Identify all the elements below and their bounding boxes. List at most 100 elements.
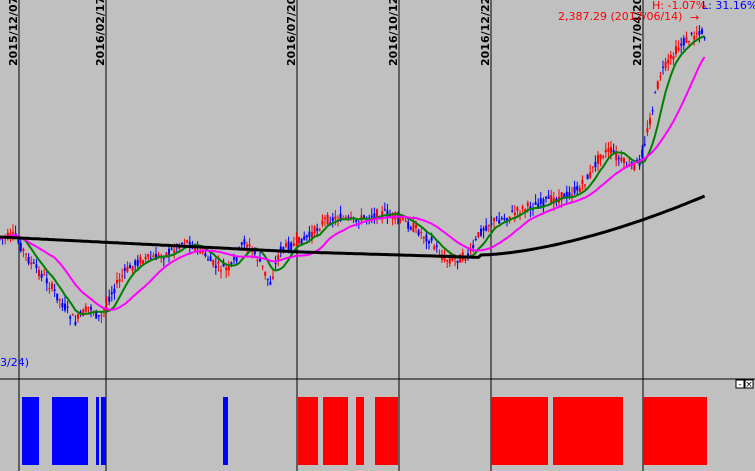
candle-body (615, 153, 618, 161)
signal-block (52, 397, 88, 465)
candle-body (446, 260, 449, 262)
price-chart: 2015/12/07 2016/02/17 2016/07/20 2016/10/12… (0, 0, 755, 471)
candle-body (688, 41, 690, 43)
candle-body (35, 264, 38, 268)
candle-body (485, 225, 488, 231)
candle-body (511, 210, 514, 212)
candle-body (217, 261, 220, 264)
candle-body (407, 221, 410, 229)
date-label: 2016/07/20 (285, 0, 298, 66)
candle-body (116, 280, 118, 284)
candle-body (599, 154, 602, 160)
candle-body (656, 81, 659, 89)
candle-body (305, 235, 308, 238)
candle-body (508, 216, 511, 219)
candle-body (274, 262, 277, 264)
candle-body (703, 37, 706, 39)
candle-body (131, 266, 134, 271)
candle-body (25, 253, 27, 255)
candle-body (672, 56, 675, 60)
candle-body (84, 306, 87, 312)
candle-body (43, 274, 46, 276)
candle-body (675, 46, 677, 54)
candle-body (659, 76, 662, 78)
candle-body (669, 54, 672, 59)
signal-block (22, 397, 39, 465)
candle-body (139, 256, 142, 264)
candle-body (32, 262, 35, 264)
candle-body (500, 218, 503, 220)
signal-block (375, 397, 398, 465)
date-label: 2016/02/17 (94, 0, 107, 66)
candle-body (186, 240, 189, 243)
candle-body (256, 260, 259, 262)
candle-body (303, 236, 306, 240)
candle-body (534, 202, 537, 205)
candle-body (701, 29, 703, 34)
candle-body (227, 266, 230, 271)
candle-body (383, 208, 386, 211)
candle-body (220, 270, 222, 272)
date-label: 2016/10/12 (387, 0, 400, 66)
candle-body (113, 288, 116, 294)
candle-body (129, 265, 131, 269)
close-icon: × (745, 380, 753, 390)
candle-body (412, 222, 415, 232)
candle-body (243, 239, 246, 245)
candle-body (56, 293, 59, 301)
signal-block (96, 397, 99, 465)
panel-minimize-button[interactable]: - (735, 379, 745, 390)
candle-body (108, 296, 111, 302)
candle-body (12, 231, 14, 234)
candle-body (623, 158, 625, 164)
candle-body (282, 247, 285, 250)
candle-body (695, 33, 698, 35)
candle-body (66, 306, 69, 308)
candle-body (261, 265, 264, 267)
candle-body (183, 242, 186, 244)
low-pct-label: L: 31.16% (702, 0, 755, 12)
panel-close-button[interactable]: × (744, 379, 754, 390)
candle-body (685, 37, 688, 43)
candle-body (100, 315, 103, 317)
candle-body (472, 245, 475, 249)
candle-body (490, 223, 493, 225)
candle-body (64, 303, 66, 311)
candle-body (331, 217, 334, 221)
candle-body (428, 240, 430, 244)
signal-block (101, 397, 106, 465)
candle-body (118, 279, 121, 282)
candle-body (48, 288, 51, 290)
candle-body (667, 59, 670, 64)
candle-body (295, 238, 298, 240)
candle-body (209, 256, 212, 262)
candle-body (464, 258, 467, 261)
candle-body (682, 38, 685, 46)
candle-body (456, 260, 459, 263)
candle-body (539, 198, 542, 204)
candle-body (318, 229, 321, 231)
candle-body (498, 219, 501, 224)
candle-body (373, 213, 376, 219)
candle-body (233, 257, 235, 260)
candle-body (285, 243, 287, 247)
candle-body (664, 61, 667, 69)
candle-body (19, 242, 22, 251)
candle-body (690, 32, 693, 34)
candle-body (503, 217, 506, 220)
candle-body (204, 253, 207, 256)
candle-body (480, 228, 482, 236)
candle-body (269, 281, 272, 285)
candle-body (121, 275, 124, 277)
candle-body (152, 255, 155, 258)
candle-body (240, 242, 243, 245)
candle-body (149, 258, 152, 260)
candle-body (597, 155, 599, 164)
candle-body (409, 227, 412, 230)
minimize-icon: - (738, 380, 741, 390)
candle-body (277, 255, 280, 260)
signal-block (356, 397, 364, 465)
candle-body (105, 303, 108, 306)
candle-body (487, 224, 490, 226)
candle-body (147, 254, 150, 258)
